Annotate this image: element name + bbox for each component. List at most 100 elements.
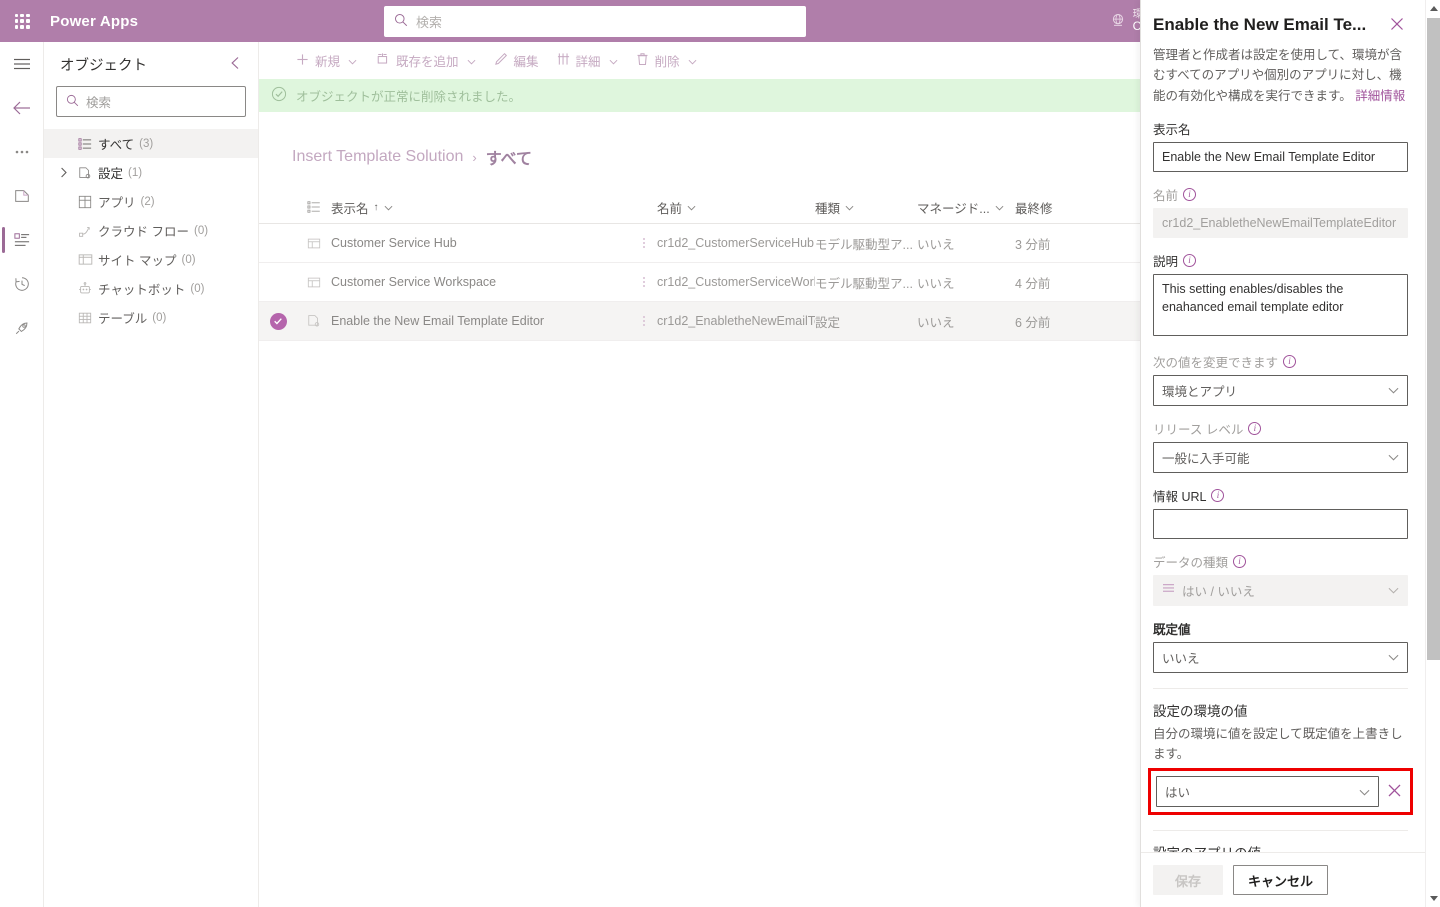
sidebar-title: オブジェクト [60,57,147,74]
app-value-section: 設定のアプリの値 [1153,842,1408,852]
edit-button[interactable]: 編集 [485,46,548,76]
info-icon[interactable]: i [1183,253,1197,267]
column-header-display-name[interactable]: 表示名 ↑ [331,198,631,217]
info-icon[interactable]: i [1211,488,1225,502]
brand-title: Power Apps [50,12,139,30]
chevron-right-icon[interactable] [56,167,72,178]
row-more-menu-icon[interactable] [631,316,657,326]
table-row[interactable]: Customer Service Hub cr1d2_CustomerServi… [259,224,1140,263]
history-clock-icon[interactable] [0,262,44,306]
default-value-dropdown[interactable]: いいえ [1153,641,1408,673]
changeable-dropdown[interactable]: 環境とアプリ [1153,374,1408,406]
sidebar-item-label: チャットボット [98,283,186,297]
sidebar-header: オブジェクト [44,42,258,86]
search-icon [394,13,408,30]
row-select-cell[interactable] [259,312,297,330]
sidebar-item-count: (0) [181,253,196,266]
column-header-managed[interactable]: マネージド... [917,198,1015,217]
sidebar-item-apps[interactable]: アプリ (2) [44,187,258,216]
environment-value: はい [1165,786,1191,801]
info-url-input[interactable] [1153,508,1408,539]
scroll-down-arrow-icon[interactable] [1426,890,1440,907]
chevron-down-icon[interactable] [995,200,1004,214]
info-icon[interactable]: i [1183,187,1197,201]
sidebar-search-input[interactable]: 検索 [56,86,246,117]
sidebar-item-cloud-flows[interactable]: クラウド フロー (0) [44,216,258,245]
save-button[interactable]: 保存 [1153,865,1223,895]
global-search-box[interactable]: 検索 [384,6,806,37]
row-kind: モデル駆動型ア... [815,237,913,252]
info-icon[interactable]: i [1248,421,1262,435]
panel-content: Enable the New Email Te... 管理者と作成者は設定を使用… [1141,0,1440,852]
column-label: 表示名 [331,201,369,216]
add-existing-button[interactable]: 既存を追加 [366,46,485,76]
chevron-down-icon[interactable] [609,54,618,68]
chevron-down-icon[interactable] [348,54,357,68]
table-row[interactable]: Customer Service Workspace cr1d2_Custome… [259,263,1140,302]
delete-button[interactable]: 削除 [627,46,706,76]
sidebar-item-settings[interactable]: 設定 (1) [44,158,258,187]
sidebar-item-chatbot[interactable]: チャットボット (0) [44,274,258,303]
scrollbar-thumb[interactable] [1427,18,1440,660]
select-all-icon[interactable] [297,200,331,214]
row-kind: モデル駆動型ア... [815,276,913,291]
sort-ascending-icon: ↑ [373,201,379,213]
chevron-down-icon[interactable] [845,200,854,214]
default-value: いいえ [1162,651,1200,666]
new-button[interactable]: 新規 [287,46,366,76]
column-header-name[interactable]: 名前 [657,198,815,217]
description-textarea[interactable]: This setting enables/disables the enahan… [1153,273,1408,336]
command-label: 編集 [513,55,539,69]
row-more-menu-icon[interactable] [631,277,657,287]
name-input [1153,207,1408,238]
details-button[interactable]: 詳細 [548,46,627,76]
chevron-down-icon[interactable] [384,200,393,214]
sidebar-item-tables[interactable]: テーブル (0) [44,303,258,332]
sidebar-item-all[interactable]: すべて (3) [44,129,258,158]
data-type-dropdown: はい / いいえ [1153,574,1408,606]
chevron-down-icon[interactable] [467,54,476,68]
field-name: 名前 i [1153,185,1408,238]
breadcrumb-separator: › [472,149,477,165]
row-managed: いいえ [917,237,955,252]
chevron-down-icon[interactable] [688,54,697,68]
divider [1153,687,1408,689]
cancel-button[interactable]: キャンセル [1233,865,1329,895]
learn-more-link[interactable]: 詳細情報 [1355,89,1405,103]
chevron-down-icon [1388,583,1399,597]
overflow-ellipsis-icon[interactable] [0,130,44,174]
field-data-type: データの種類 i はい / いいえ [1153,552,1408,606]
row-logical-name: cr1d2_CustomerServiceHub [657,236,815,250]
table-row[interactable]: Enable the New Email Template Editor cr1… [259,302,1140,341]
rocket-publish-icon[interactable] [0,306,44,350]
success-notification-bar: オブジェクトが正常に削除されました。 [259,79,1140,112]
column-header-modified[interactable]: 最終修 [1015,198,1125,217]
row-more-menu-icon[interactable] [631,238,657,248]
environment-value-dropdown[interactable]: はい [1156,776,1379,808]
panel-scrollbar[interactable] [1425,0,1440,907]
chevron-down-icon[interactable] [687,200,696,214]
plus-icon [296,53,309,69]
scroll-up-arrow-icon[interactable] [1426,0,1440,17]
column-header-kind[interactable]: 種類 [815,198,917,217]
back-arrow-icon[interactable] [0,86,44,130]
chevron-down-icon [1388,383,1399,397]
close-icon[interactable] [1386,15,1408,36]
hamburger-menu-icon[interactable] [0,42,44,86]
chevron-left-icon[interactable] [227,53,244,76]
info-icon[interactable]: i [1283,354,1297,368]
app-launcher-icon[interactable] [0,0,44,42]
info-icon[interactable]: i [1233,554,1247,568]
row-modified: 6 分前 [1015,315,1051,330]
sidebar-item-site-map[interactable]: サイト マップ (0) [44,245,258,274]
display-name-input[interactable] [1153,141,1408,172]
release-level-dropdown[interactable]: 一般に入手可能 [1153,441,1408,473]
breadcrumb-parent-link[interactable]: Insert Template Solution [292,148,463,166]
objects-list-icon[interactable] [0,218,44,262]
clear-x-icon[interactable] [1385,781,1404,803]
main-content: 新規 既存を追加 編集 詳細 削除 オブジェクトが正常に削除されました。 Ins… [259,42,1140,907]
solution-icon[interactable] [0,174,44,218]
sidebar-search-placeholder: 検索 [86,96,112,110]
list-lines-icon [1162,583,1175,597]
field-label-wrap: 情報 URL i [1153,486,1408,505]
